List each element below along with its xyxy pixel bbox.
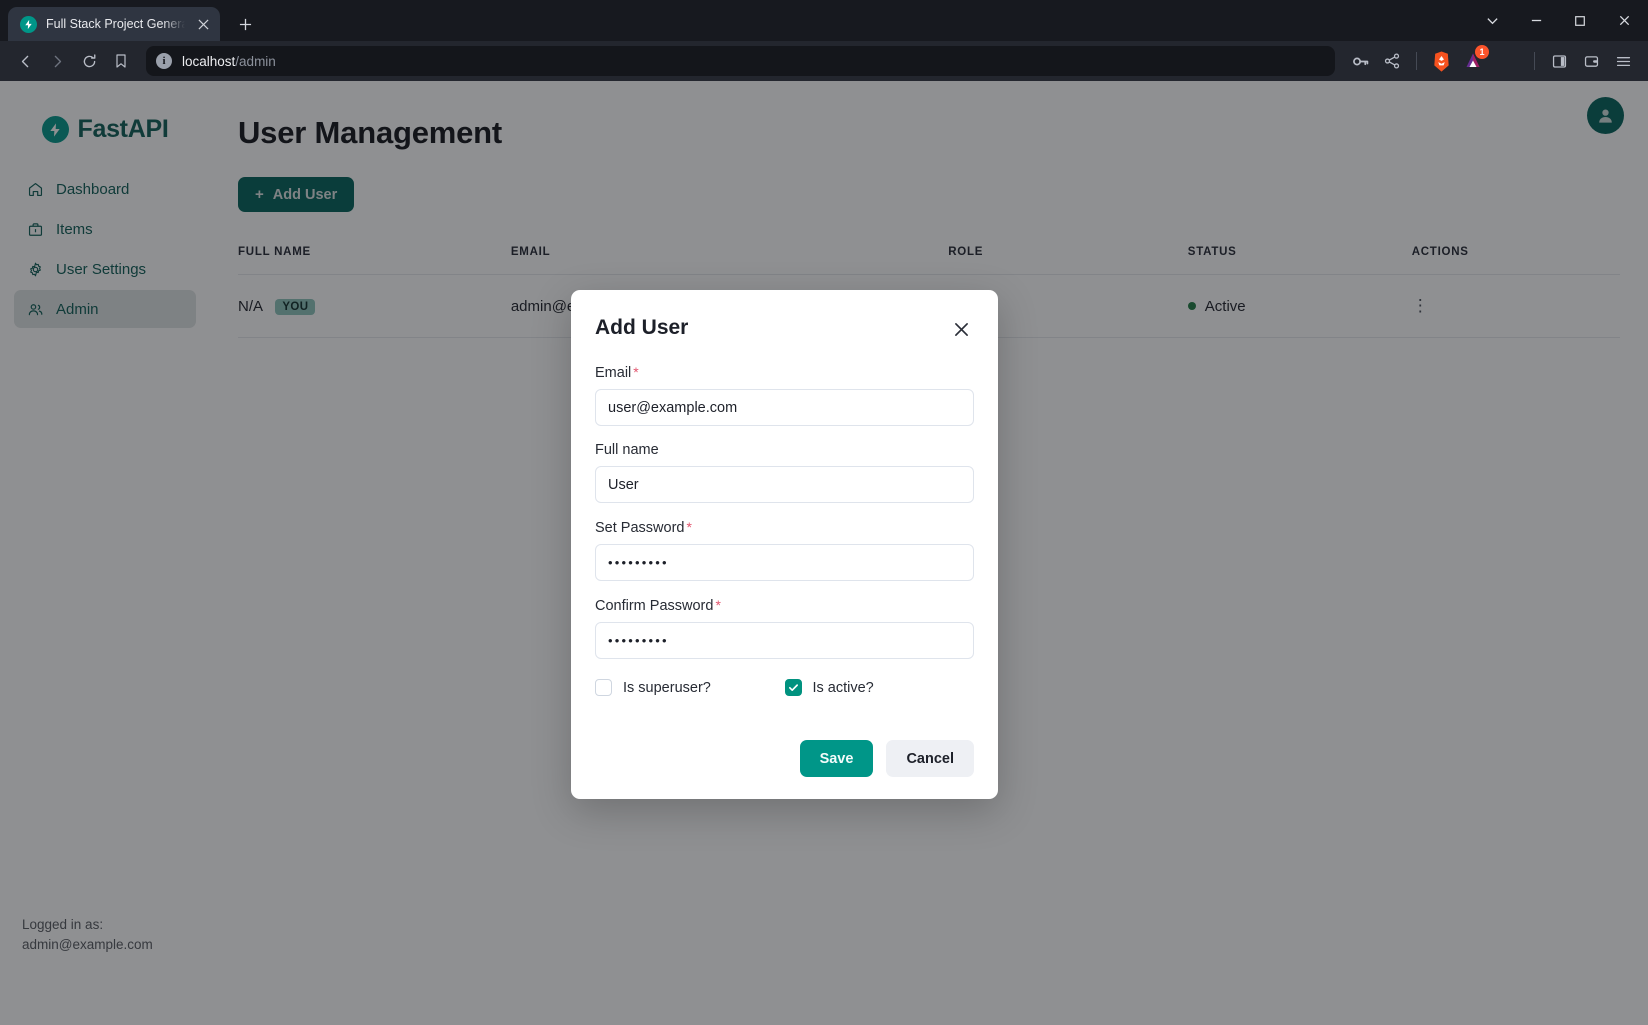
url-text: localhost/admin xyxy=(182,54,276,69)
address-bar[interactable]: i localhost/admin xyxy=(146,46,1335,76)
url-host: localhost xyxy=(182,54,235,69)
back-arrow-icon[interactable] xyxy=(10,46,40,76)
set-password-field[interactable] xyxy=(595,544,974,581)
full-name-field[interactable] xyxy=(595,466,974,503)
url-path: /admin xyxy=(235,54,276,69)
forward-arrow-icon[interactable] xyxy=(42,46,72,76)
brave-lion-icon[interactable] xyxy=(1426,46,1456,76)
bookmark-icon[interactable] xyxy=(106,46,136,76)
dialog-actions: Save Cancel xyxy=(595,740,974,777)
dialog-checkboxes: Is superuser? Is active? xyxy=(595,679,974,696)
is-active-checkbox[interactable]: Is active? xyxy=(785,679,975,696)
close-icon[interactable] xyxy=(948,316,974,342)
required-marker: * xyxy=(686,519,691,535)
full-name-label: Full name xyxy=(595,442,974,458)
is-active-label: Is active? xyxy=(813,680,874,696)
checkbox-box-icon xyxy=(595,679,612,696)
email-field[interactable] xyxy=(595,389,974,426)
sidebar-panel-icon[interactable] xyxy=(1544,46,1574,76)
required-marker: * xyxy=(633,364,638,380)
browser-window: Full Stack Project Genera xyxy=(0,0,1648,1025)
chevron-down-icon[interactable] xyxy=(1470,0,1514,41)
toolbar-actions: 1 xyxy=(1345,46,1638,76)
window-controls xyxy=(1470,0,1648,41)
rewards-badge: 1 xyxy=(1475,45,1489,59)
dialog-header: Add User xyxy=(595,316,974,342)
toolbar-divider-2 xyxy=(1534,52,1535,70)
window-close-icon[interactable] xyxy=(1602,0,1646,41)
hamburger-menu-icon[interactable] xyxy=(1608,46,1638,76)
reload-icon[interactable] xyxy=(74,46,104,76)
set-password-label: Set Password* xyxy=(595,519,974,536)
new-tab-button[interactable] xyxy=(230,9,260,39)
tab-close-icon[interactable] xyxy=(194,15,212,33)
email-field-group: Email* xyxy=(595,364,974,426)
maximize-icon[interactable] xyxy=(1558,0,1602,41)
confirm-password-field-group: Confirm Password* xyxy=(595,597,974,659)
email-label: Email* xyxy=(595,364,974,381)
tab-strip: Full Stack Project Genera xyxy=(0,0,1648,41)
cancel-button[interactable]: Cancel xyxy=(886,740,974,777)
tab-title: Full Stack Project Genera xyxy=(46,17,185,31)
app-root: FastAPI Dashboard Items xyxy=(0,81,1648,1025)
page-viewport: FastAPI Dashboard Items xyxy=(0,81,1648,1025)
site-info-icon[interactable]: i xyxy=(156,53,172,69)
minimize-icon[interactable] xyxy=(1514,0,1558,41)
key-icon[interactable] xyxy=(1345,46,1375,76)
checkbox-check-icon xyxy=(785,679,802,696)
set-password-field-group: Set Password* xyxy=(595,519,974,581)
save-button[interactable]: Save xyxy=(800,740,874,777)
full-name-field-group: Full name xyxy=(595,442,974,503)
browser-toolbar: i localhost/admin xyxy=(0,41,1648,81)
wallet-icon[interactable] xyxy=(1576,46,1606,76)
confirm-password-field[interactable] xyxy=(595,622,974,659)
is-superuser-label: Is superuser? xyxy=(623,680,711,696)
is-superuser-checkbox[interactable]: Is superuser? xyxy=(595,679,785,696)
dialog-title: Add User xyxy=(595,316,688,340)
confirm-password-label: Confirm Password* xyxy=(595,597,974,614)
add-user-dialog: Add User Email* Full name Set Password* xyxy=(571,290,998,799)
fastapi-favicon-icon xyxy=(20,16,37,33)
browser-tab[interactable]: Full Stack Project Genera xyxy=(8,7,220,41)
brave-rewards-button[interactable]: 1 xyxy=(1458,46,1488,76)
required-marker: * xyxy=(715,597,720,613)
toolbar-divider xyxy=(1416,52,1417,70)
share-icon[interactable] xyxy=(1377,46,1407,76)
